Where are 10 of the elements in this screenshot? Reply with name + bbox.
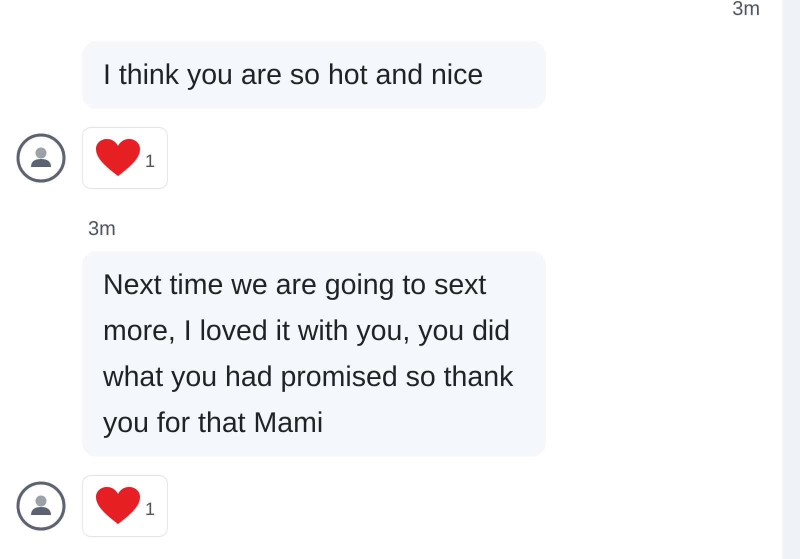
- avatar-icon: [16, 481, 66, 531]
- message-time: 3m: [88, 218, 116, 240]
- message-bubble: Next time we are going to sext more, I loved it with you, you did what you had promised so thank you for that Mami: [82, 251, 546, 457]
- message-bubble: I think you are so hot and nice: [82, 41, 546, 109]
- heart-icon: [94, 138, 141, 178]
- message-time: 3m: [732, 0, 760, 21]
- avatar-icon: [16, 133, 66, 183]
- heart-icon: [94, 486, 141, 526]
- reaction-button[interactable]: 1: [82, 475, 168, 537]
- reaction-button[interactable]: 1: [82, 127, 168, 189]
